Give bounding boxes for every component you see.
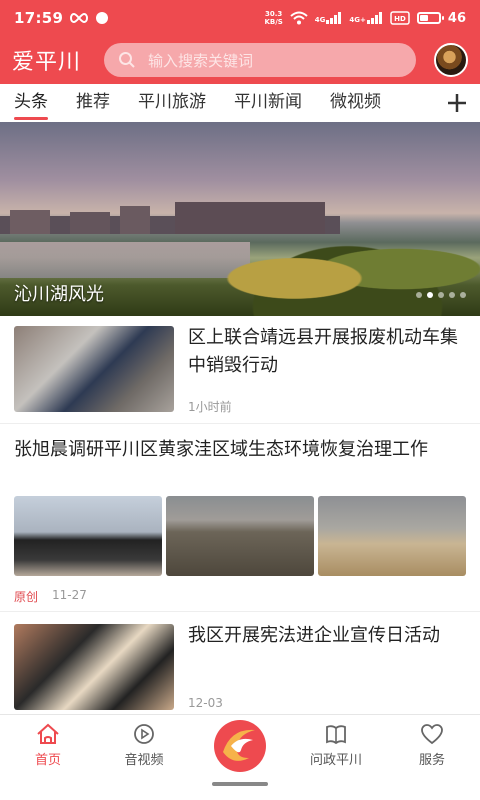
carousel-dot[interactable] — [416, 292, 422, 298]
news-item[interactable]: 张旭晨调研平川区黄家洼区域生态环境恢复治理工作 原创 11-27 — [0, 424, 480, 612]
tab-headlines[interactable]: 头条 — [14, 84, 48, 122]
plus-icon — [448, 94, 466, 112]
carousel-indicator — [416, 292, 466, 298]
banner-carousel[interactable]: 沁川湖风光 — [0, 122, 480, 316]
news-thumbnail — [166, 496, 314, 576]
carousel-dot[interactable] — [460, 292, 466, 298]
tab-pingchuan-news[interactable]: 平川新闻 — [234, 84, 302, 122]
nfc-icon: HD — [390, 11, 410, 25]
status-bar: 17:59 30.3 KB/S 4G 4G+ HD 46 — [0, 0, 480, 36]
nav-service-label: 服务 — [418, 753, 445, 768]
app-logo-icon — [214, 720, 266, 772]
news-title: 区上联合靖远县开展报废机动车集中销毁行动 — [188, 327, 458, 376]
home-indicator[interactable] — [212, 782, 268, 786]
home-icon — [37, 723, 59, 744]
user-avatar[interactable] — [434, 43, 468, 77]
wifi-icon — [290, 11, 308, 25]
nav-home[interactable]: 首页 — [8, 723, 88, 768]
news-title: 张旭晨调研平川区黄家洼区域生态环境恢复治理工作 — [14, 439, 428, 460]
nav-audio-video[interactable]: 音视频 — [104, 723, 184, 768]
news-thumbnail — [14, 326, 174, 412]
news-date: 12-03 — [188, 696, 223, 710]
nav-home-label: 首页 — [34, 753, 61, 768]
news-date: 11-27 — [52, 588, 87, 602]
nav-ask-label: 问政平川 — [309, 753, 362, 768]
news-item[interactable]: 区上联合靖远县开展报废机动车集中销毁行动 1小时前 — [0, 316, 480, 424]
nav-service[interactable]: 服务 — [392, 723, 472, 768]
tab-recommend[interactable]: 推荐 — [76, 84, 110, 122]
tab-micro-video[interactable]: 微视频 — [330, 84, 381, 122]
signal-icon-2: 4G+ — [349, 12, 382, 24]
carousel-dot[interactable] — [427, 292, 433, 298]
news-thumbnail — [14, 624, 174, 710]
channel-tabs: 头条 推荐 平川旅游 平川新闻 微视频 — [0, 84, 480, 122]
battery-percent: 46 — [447, 10, 466, 26]
banner-caption: 沁川湖风光 — [14, 284, 104, 305]
status-time: 17:59 — [14, 9, 64, 27]
news-thumbnail — [14, 496, 162, 576]
top-header: 17:59 30.3 KB/S 4G 4G+ HD 46 爱平川 输入搜索关键词 — [0, 0, 480, 84]
svg-text:HD: HD — [394, 15, 406, 23]
tab-pingchuan-travel[interactable]: 平川旅游 — [138, 84, 206, 122]
battery-icon — [416, 12, 444, 24]
bottom-nav: 首页 音视频 问政平川 服务 — [0, 714, 480, 800]
app-header: 爱平川 输入搜索关键词 — [0, 36, 480, 84]
carousel-dot[interactable] — [449, 292, 455, 298]
nav-av-label: 音视频 — [124, 753, 164, 768]
news-source-badge: 原创 — [14, 590, 39, 604]
search-placeholder: 输入搜索关键词 — [148, 51, 254, 70]
trees-image — [215, 222, 480, 316]
signal-icon-1: 4G — [315, 12, 343, 24]
app-title: 爱平川 — [12, 50, 82, 75]
news-time: 1小时前 — [188, 400, 232, 414]
nav-ask-pingchuan[interactable]: 问政平川 — [296, 723, 376, 768]
chat-bubble-icon — [96, 12, 109, 24]
add-channel-button[interactable] — [442, 84, 472, 122]
heart-icon — [421, 724, 443, 745]
search-icon — [119, 52, 135, 68]
network-speed: 30.3 KB/S — [264, 10, 283, 26]
news-thumbnail — [318, 496, 466, 576]
news-meta: 原创 11-27 — [14, 588, 87, 605]
carousel-dot[interactable] — [438, 292, 444, 298]
book-icon — [326, 725, 346, 745]
news-item[interactable]: 我区开展宪法进企业宣传日活动 12-03 — [0, 614, 480, 714]
news-title: 我区开展宪法进企业宣传日活动 — [188, 625, 440, 646]
play-circle-icon — [134, 724, 154, 744]
search-input[interactable]: 输入搜索关键词 — [104, 43, 416, 77]
lake-image — [0, 242, 250, 278]
center-logo-button[interactable] — [206, 715, 274, 777]
infinity-icon — [70, 12, 89, 24]
